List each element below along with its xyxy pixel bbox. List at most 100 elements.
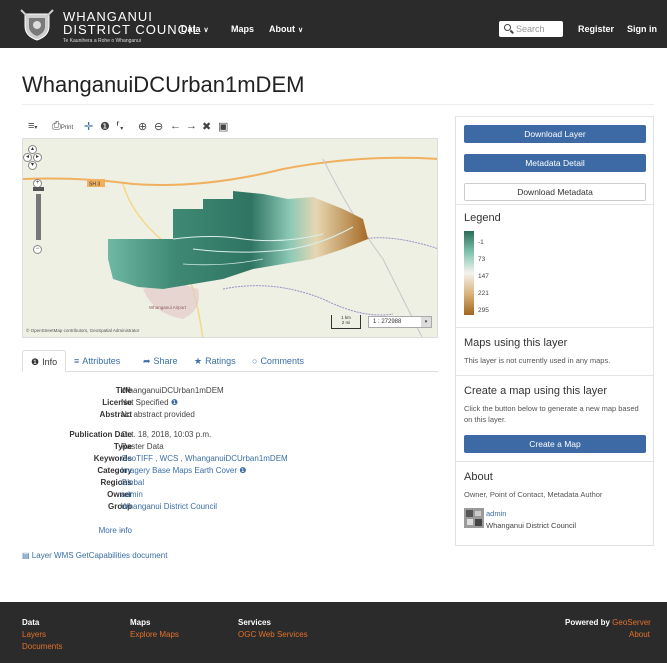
scale-mi-label: 2 mi: [341, 320, 351, 325]
council-crest-logo[interactable]: [19, 6, 55, 42]
map-viewer[interactable]: SH 3 Whanganui Airport ▴ ◂ ▸ ▾ + − © Ope…: [22, 138, 438, 338]
section-divider: [456, 327, 653, 328]
tab-comments[interactable]: ○ Comments: [244, 350, 312, 372]
info-row-category: Category Imagery Base Maps Earth Cover ❶: [22, 466, 422, 478]
legend-color-ramp: [464, 231, 474, 315]
tab-ratings[interactable]: ★ Ratings: [186, 350, 244, 372]
owner-organization: Whanganui District Council: [486, 521, 577, 530]
more-info-link[interactable]: More info: [99, 526, 132, 535]
footer-data-heading: Data: [22, 618, 40, 627]
zoom-out-icon[interactable]: ⊖: [154, 120, 163, 133]
section-divider: [456, 461, 653, 462]
layers-menu-icon[interactable]: ≡▾: [28, 120, 37, 132]
tab-attributes-label: Attributes: [82, 356, 121, 366]
nav-data-label: Data: [181, 24, 201, 34]
info-value: Not Specified ❶: [121, 398, 178, 407]
zoom-out-control[interactable]: −: [33, 245, 42, 254]
info-row-title: Title WhanganuiDCUrban1mDEM: [22, 386, 422, 398]
back-arrow-icon[interactable]: ←: [170, 120, 181, 132]
list-icon: ≡: [74, 356, 80, 366]
info-value: admin: [121, 490, 143, 499]
wms-capabilities-link[interactable]: ▤ Layer WMS GetCapabilities document: [22, 551, 167, 560]
fullscreen-icon[interactable]: ✖: [202, 120, 211, 133]
brand-tagline: Te Kaunihera a Rohe o Whanganui: [63, 38, 141, 44]
info-value: Raster Data: [121, 442, 164, 451]
tab-info-label: Info: [42, 357, 58, 367]
info-circle-icon[interactable]: ❶: [239, 466, 246, 475]
zoom-slider[interactable]: [36, 194, 41, 240]
footer-documents-link[interactable]: Documents: [22, 642, 62, 651]
pan-down-control[interactable]: ▾: [28, 161, 37, 170]
info-row-license: License Not Specified ❶: [22, 398, 422, 410]
info-circle-icon[interactable]: ❶: [171, 398, 178, 407]
owner-link[interactable]: admin: [121, 490, 143, 499]
footer-maps-heading: Maps: [130, 618, 151, 627]
create-map-button[interactable]: Create a Map: [464, 435, 646, 453]
maps-using-text: This layer is not currently used in any …: [464, 356, 611, 365]
footer-layers-link[interactable]: Layers: [22, 630, 46, 639]
chevron-down-icon: ∨: [203, 27, 209, 34]
info-value: Global: [121, 478, 144, 487]
info-value: No abstract provided: [121, 410, 195, 419]
info-row-regions: Regions Global: [22, 478, 422, 490]
footer-about-link[interactable]: About: [629, 630, 650, 639]
owner-name-link[interactable]: admin: [486, 509, 506, 518]
nav-about-menu[interactable]: About ∨: [269, 24, 303, 34]
info-row-abstract: Abstract No abstract provided: [22, 410, 422, 422]
category-link[interactable]: Imagery Base Maps Earth Cover: [121, 466, 237, 475]
info-row-owner: Owner admin: [22, 490, 422, 502]
info-circle-icon: ❶: [31, 357, 40, 367]
license-value: Not Specified: [121, 398, 169, 407]
info-row-pubdate: Publication Date Oct. 18, 2018, 10:03 p.m…: [22, 430, 422, 442]
geoserver-link[interactable]: GeoServer: [612, 618, 651, 627]
regions-link[interactable]: Global: [121, 478, 144, 487]
info-value: Whanganui District Council: [121, 502, 217, 511]
legend-value: 73: [478, 256, 486, 263]
legend-value: 147: [478, 273, 489, 280]
create-map-text: Click the button below to generate a new…: [464, 404, 639, 424]
signin-link[interactable]: Sign in: [627, 24, 657, 34]
avatar[interactable]: [464, 508, 484, 528]
tab-ratings-label: Ratings: [205, 356, 236, 366]
tab-share[interactable]: ➦ Share: [135, 350, 186, 372]
search-input[interactable]: [516, 22, 560, 35]
footer-services-heading: Services: [238, 618, 271, 627]
download-metadata-button[interactable]: Download Metadata: [464, 183, 646, 201]
metadata-detail-button[interactable]: Metadata Detail: [464, 154, 646, 172]
calendar-icon[interactable]: ▣: [218, 120, 228, 133]
group-link[interactable]: Whanganui District Council: [121, 502, 217, 511]
title-divider: [22, 104, 654, 105]
tab-info[interactable]: ❶ Info: [22, 350, 67, 372]
footer-powered-by: Powered by GeoServer: [565, 618, 651, 627]
info-value: Oct. 18, 2018, 10:03 p.m.: [121, 430, 212, 439]
map-canvas[interactable]: SH 3 Whanganui Airport: [23, 139, 438, 338]
scale-bar: 1 km 2 mi: [331, 315, 361, 329]
footer-explore-maps-link[interactable]: Explore Maps: [130, 630, 179, 639]
search-box[interactable]: [499, 21, 563, 37]
info-value: WhanganuiDCUrban1mDEM: [121, 386, 224, 395]
layer-tabs: ❶ Info ≡ Attributes ➦ Share ★ Ratings ○ Comme…: [22, 350, 438, 372]
print-button[interactable]: ⎙Print: [52, 120, 73, 133]
measure-icon[interactable]: ⸢▾: [116, 120, 123, 133]
info-icon[interactable]: ❶: [100, 120, 110, 133]
forward-arrow-icon[interactable]: →: [186, 120, 197, 132]
zoom-in-icon[interactable]: ⊕: [138, 120, 147, 133]
zoom-slider-handle[interactable]: [33, 187, 44, 191]
info-value: Imagery Base Maps Earth Cover ❶: [121, 466, 246, 475]
download-layer-button[interactable]: Download Layer: [464, 125, 646, 143]
footer-ogc-link[interactable]: OGC Web Services: [238, 630, 308, 639]
footer: Data Layers Documents Maps Explore Maps …: [0, 602, 667, 663]
pan-icon[interactable]: ✛: [84, 120, 93, 133]
nav-maps-link[interactable]: Maps: [231, 24, 254, 34]
top-navbar: WHANGANUI DISTRICT COUNCIL Te Kaunihera …: [0, 0, 667, 48]
register-link[interactable]: Register: [578, 24, 614, 34]
star-icon: ★: [194, 356, 203, 366]
info-value: GeoTIFF , WCS , WhanganuiDCUrban1mDEM: [121, 454, 288, 463]
map-icon: ▤: [22, 551, 30, 560]
tab-attributes[interactable]: ≡ Attributes: [66, 350, 128, 372]
keywords-links[interactable]: GeoTIFF , WCS , WhanganuiDCUrban1mDEM: [121, 454, 288, 463]
nav-data-menu[interactable]: Data ∨: [181, 24, 209, 34]
scale-value: 1 : 272988: [373, 319, 402, 325]
about-text: Owner, Point of Contact, Metadata Author: [464, 490, 603, 499]
scale-select[interactable]: 1 : 272988 ▾: [368, 316, 432, 328]
